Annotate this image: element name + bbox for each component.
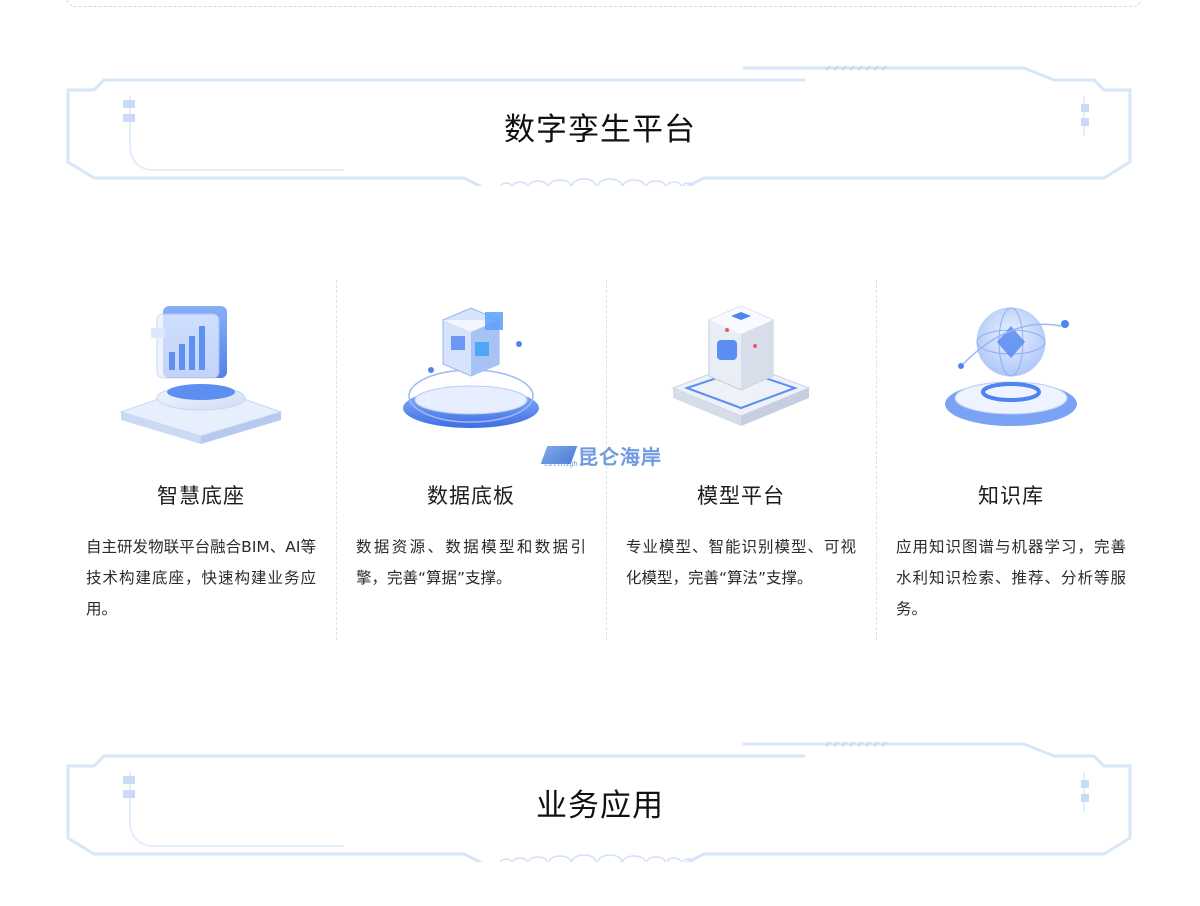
section-banner-business-apps: 业务应用 <box>64 742 1136 862</box>
feature-description: 应用知识图谱与机器学习，完善水利知识检索、推荐、分析等服务。 <box>896 538 1126 618</box>
watermark-subtext: CollHigh <box>544 460 578 468</box>
previous-card-edge <box>66 0 1142 7</box>
knowledge-globe-pedestal-icon <box>921 286 1101 446</box>
feature-card-knowledge-base: 知识库 应用知识图谱与机器学习，完善水利知识检索、推荐、分析等服务。 <box>876 280 1146 640</box>
feature-description: 数据资源、数据模型和数据引擎，完善“算据”支撑。 <box>356 538 586 587</box>
section-banner-digital-twin: 数字孪生平台 <box>64 66 1136 186</box>
feature-title: 数据底板 <box>427 484 515 508</box>
section-title: 业务应用 <box>536 788 664 824</box>
data-cubes-pedestal-icon <box>381 286 561 446</box>
feature-title: 模型平台 <box>697 484 785 508</box>
section-title: 数字孪生平台 <box>504 112 696 148</box>
feature-title: 知识库 <box>978 484 1044 508</box>
feature-description: 自主研发物联平台融合BIM、AI等技术构建底座，快速构建业务应用。 <box>86 538 316 618</box>
feature-description: 专业模型、智能识别模型、可视化模型，完善“算法”支撑。 <box>626 538 856 587</box>
watermark-text: 昆仑海岸 <box>578 444 662 469</box>
feature-card-smart-base: 智慧底座 自主研发物联平台融合BIM、AI等技术构建底座，快速构建业务应用。 <box>66 280 336 640</box>
brand-watermark: 昆仑海岸 CollHigh <box>540 442 662 469</box>
feature-title: 智慧底座 <box>157 484 245 508</box>
bar-chart-pedestal-icon <box>111 286 291 446</box>
model-cube-platform-icon <box>651 286 831 446</box>
